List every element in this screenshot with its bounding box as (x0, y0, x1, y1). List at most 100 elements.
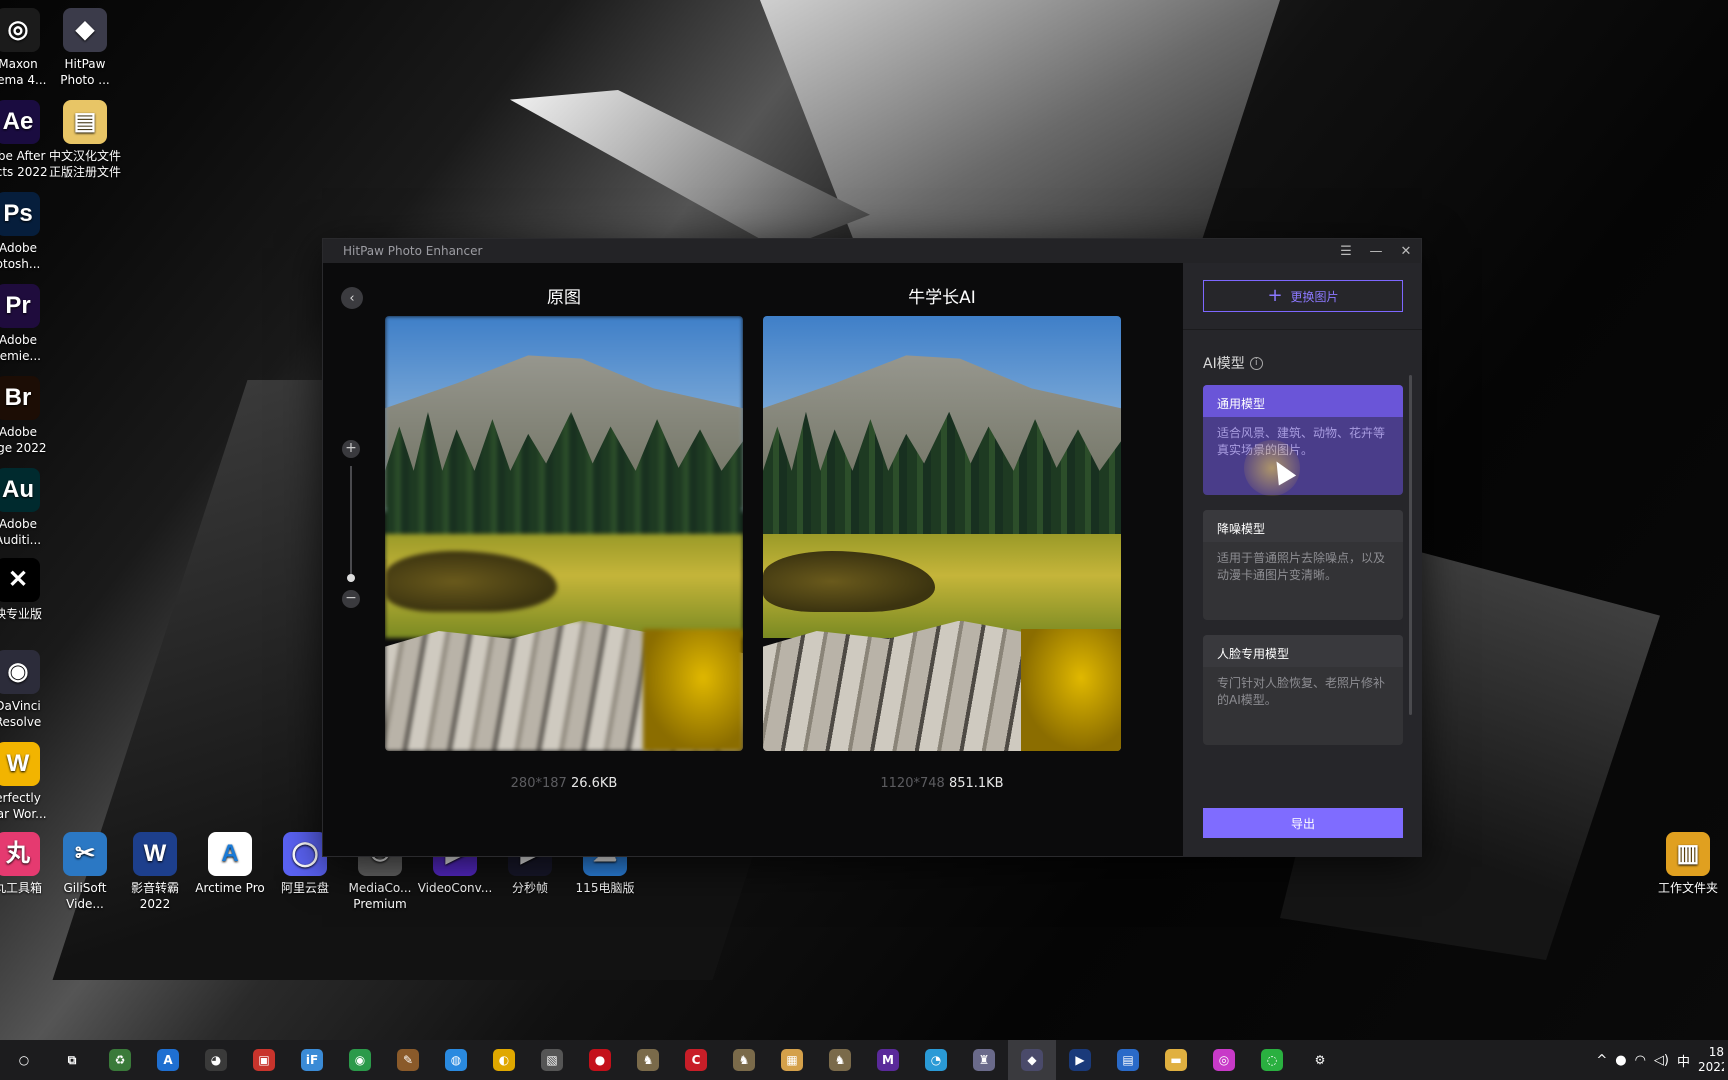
original-title: 原图 (547, 288, 581, 308)
taskbar-app-14[interactable]: ♞ (720, 1040, 768, 1080)
desktop-icon[interactable]: ◆ HitPaw Photo ... (45, 8, 125, 88)
desktop-icon[interactable]: Ps Adobe otosh... (0, 192, 58, 272)
app-icon: A (208, 832, 252, 876)
taskbar-app-18[interactable]: ◔ (912, 1040, 960, 1080)
taskbar-app-11[interactable]: ● (576, 1040, 624, 1080)
desktop-icon-label: 115电脑版 (575, 881, 635, 895)
app-5-icon: iF (301, 1049, 323, 1071)
taskbar-hitpaw[interactable]: ◆ (1008, 1040, 1056, 1080)
taskbar-file-explorer[interactable]: ▬ (1152, 1040, 1200, 1080)
taskbar-app-1[interactable]: ♻ (96, 1040, 144, 1080)
model-card[interactable]: 人脸专用模型 专门针对人脸恢复、老照片修补的AI模型。 (1203, 635, 1403, 745)
model-card[interactable]: 通用模型适合风景、建筑、动物、花卉等真实场景的图片。 (1203, 385, 1403, 495)
zoom-out-button[interactable]: − (342, 590, 360, 608)
zoom-handle[interactable] (347, 574, 355, 582)
app-17-icon: M (877, 1049, 899, 1071)
taskbar-task-view[interactable]: ⧉ (48, 1040, 96, 1080)
app-12-icon: ♞ (637, 1049, 659, 1071)
taskbar-app-4[interactable]: ▣ (240, 1040, 288, 1080)
taskbar-app-21[interactable]: ▶ (1056, 1040, 1104, 1080)
ime-indicator[interactable]: 中 (1677, 1051, 1690, 1070)
taskbar-app-10[interactable]: ▧ (528, 1040, 576, 1080)
app-icon: Ae (0, 100, 40, 144)
model-list-scrollbar[interactable] (1409, 375, 1412, 715)
taskbar-app-24[interactable]: ◎ (1200, 1040, 1248, 1080)
taskbar-apps: ○ ⧉ ♻ A ◕ ▣ iF ◉ ✎ ◍ ◐ ▧ ● ♞ C ♞ ▦ ♞ M ◔ ♜ ◆ ▶ ▤ ▬ ◎ ◌ ⚙ (0, 1040, 1344, 1080)
minimize-button[interactable]: — (1361, 244, 1391, 259)
taskbar-app-19[interactable]: ♜ (960, 1040, 1008, 1080)
app-6-icon: ◉ (349, 1049, 371, 1071)
taskbar-app-3[interactable]: ◕ (192, 1040, 240, 1080)
zoom-slider[interactable]: + − (342, 440, 360, 608)
desktop-icon[interactable]: Werfectly ear Wor... (0, 742, 58, 822)
original-filesize: 26.6KB (570, 776, 618, 791)
taskbar-app-8[interactable]: ◍ (432, 1040, 480, 1080)
network-icon[interactable]: ◠ (1635, 1053, 1646, 1068)
app-icon: ▤ (63, 100, 107, 144)
tray-chevron-icon[interactable]: ^ (1596, 1053, 1607, 1068)
app-24-icon: ◎ (1213, 1049, 1235, 1071)
app-2-icon: A (157, 1049, 179, 1071)
menu-icon[interactable]: ☰ (1331, 244, 1361, 259)
info-icon[interactable]: i (1249, 356, 1263, 370)
taskbar-app-9[interactable]: ◐ (480, 1040, 528, 1080)
desktop-icon[interactable]: ◉ DaVinci Resolve (0, 650, 58, 730)
taskbar-app-15[interactable]: ▦ (768, 1040, 816, 1080)
enhanced-image[interactable] (763, 316, 1121, 751)
model-description: 专门针对人脸恢复、老照片修补的AI模型。 (1217, 676, 1386, 707)
desktop-icon[interactable]: ✕ 映专业版 (0, 558, 58, 622)
volume-icon[interactable]: ◁) (1654, 1053, 1669, 1068)
taskbar-settings[interactable]: ⚙ (1296, 1040, 1344, 1080)
taskbar-app-6[interactable]: ◉ (336, 1040, 384, 1080)
app-icon: Ps (0, 192, 40, 236)
export-button[interactable]: 导出 (1203, 808, 1403, 838)
model-name: 人脸专用模型 (1203, 635, 1403, 667)
desktop-icon[interactable]: Br Adobe dge 2022 (0, 376, 58, 456)
hitpaw-icon: ◆ (1021, 1049, 1043, 1071)
taskbar-app-17[interactable]: M (864, 1040, 912, 1080)
taskbar-app-5[interactable]: iF (288, 1040, 336, 1080)
desktop-icon[interactable]: W 影音转霸 2022 (115, 832, 195, 912)
system-tray: ^ ● ◠ ◁) 中 18 2022 (1596, 1040, 1728, 1080)
app-22-icon: ▤ (1117, 1049, 1139, 1071)
model-list: 通用模型适合风景、建筑、动物、花卉等真实场景的图片。降噪模型适用于普通照片去除噪… (1203, 385, 1403, 750)
close-button[interactable]: ✕ (1391, 244, 1421, 259)
desktop-icon-label: 阿里云盘 (280, 881, 329, 895)
app-icon: Br (0, 376, 40, 420)
desktop-icon[interactable]: A Arctime Pro (190, 832, 270, 896)
clock-date: 2022 (1698, 1060, 1724, 1074)
taskbar-app-22[interactable]: ▤ (1104, 1040, 1152, 1080)
app-8-icon: ◍ (445, 1049, 467, 1071)
desktop-icon[interactable]: Au Adobe Auditi... (0, 468, 58, 548)
desktop-icon[interactable]: ▤ 中文汉化文件 正版注册文件 (45, 100, 125, 180)
desktop-icon[interactable]: ▥ 工作文件夹 (1648, 832, 1728, 896)
clock[interactable]: 18 2022 (1698, 1045, 1724, 1075)
taskbar-search[interactable]: ○ (0, 1040, 48, 1080)
model-card[interactable]: 降噪模型 适用于普通照片去除噪点，以及动漫卡通图片变清晰。 (1203, 510, 1403, 620)
desktop-icon-label: otosh... (0, 257, 41, 271)
original-image[interactable] (385, 316, 743, 751)
record-icon[interactable]: ● (1615, 1053, 1626, 1068)
chevron-left-icon: ‹ (349, 290, 355, 306)
zoom-track[interactable] (347, 466, 355, 582)
desktop-icon-label: Adobe (0, 517, 37, 531)
desktop-icon-label: DaVinci (0, 699, 41, 713)
taskbar-app-12[interactable]: ♞ (624, 1040, 672, 1080)
taskbar-app-2[interactable]: A (144, 1040, 192, 1080)
desktop-icon[interactable]: Pr Adobe remie... (0, 284, 58, 364)
title-bar[interactable]: HitPaw Photo Enhancer ☰ — ✕ (323, 239, 1421, 263)
desktop-icon-label: Photo ... (60, 73, 110, 87)
desktop-icon-label: Vide... (66, 897, 104, 911)
zoom-in-button[interactable]: + (342, 440, 360, 458)
app-15-icon: ▦ (781, 1049, 803, 1071)
taskbar-app-7[interactable]: ✎ (384, 1040, 432, 1080)
app-icon: ✕ (0, 558, 40, 602)
back-button[interactable]: ‹ (341, 287, 363, 309)
taskbar-app-13[interactable]: C (672, 1040, 720, 1080)
taskbar-wechat[interactable]: ◌ (1248, 1040, 1296, 1080)
desktop-icon[interactable]: ✂ GiliSoft Vide... (45, 832, 125, 912)
desktop-icon-label: 2022 (139, 897, 171, 911)
taskbar-app-16[interactable]: ♞ (816, 1040, 864, 1080)
replace-image-button[interactable]: + 更换图片 (1203, 280, 1403, 312)
app-7-icon: ✎ (397, 1049, 419, 1071)
